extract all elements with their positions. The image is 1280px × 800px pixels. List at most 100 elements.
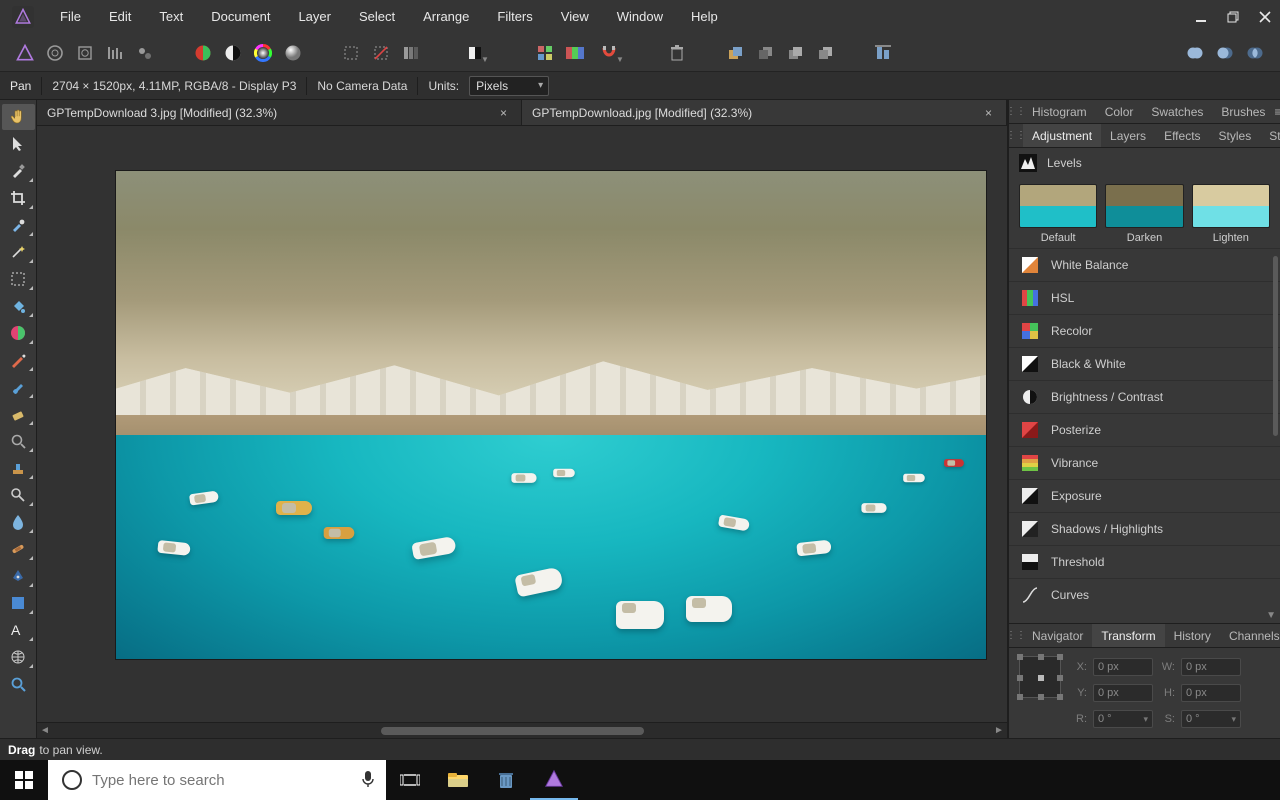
no-selection-icon[interactable]: [368, 40, 394, 66]
bool-add-icon[interactable]: [1182, 40, 1208, 66]
preset-darken[interactable]: Darken: [1105, 184, 1183, 244]
move-forward-icon[interactable]: [782, 40, 808, 66]
adj-recolor[interactable]: Recolor: [1009, 314, 1280, 347]
transform-r[interactable]: 0 °: [1093, 710, 1153, 728]
tab-layers[interactable]: Layers: [1101, 124, 1155, 147]
sphere-icon[interactable]: [280, 40, 306, 66]
tool-shape[interactable]: [2, 590, 35, 616]
canvas-viewport[interactable]: [37, 126, 1007, 722]
tool-mesh[interactable]: [2, 644, 35, 670]
scroll-down-icon[interactable]: ▼: [1266, 610, 1276, 621]
adj-brightness-contrast[interactable]: Brightness / Contrast: [1009, 380, 1280, 413]
marquee-icon[interactable]: [338, 40, 364, 66]
tool-move[interactable]: [2, 131, 35, 157]
start-button[interactable]: [0, 760, 48, 800]
tool-paint-brush[interactable]: [2, 374, 35, 400]
bool-intersect-icon[interactable]: [1242, 40, 1268, 66]
tab-close-icon[interactable]: ×: [496, 106, 511, 120]
menu-filters[interactable]: Filters: [483, 0, 546, 34]
contrast-icon[interactable]: [220, 40, 246, 66]
align-icon[interactable]: [870, 40, 896, 66]
move-backward-icon[interactable]: [812, 40, 838, 66]
scroll-indicator[interactable]: [1273, 256, 1278, 436]
panel-grip-icon[interactable]: ⋮⋮: [1009, 624, 1023, 647]
adj-white-balance[interactable]: White Balance: [1009, 248, 1280, 281]
tool-dodge[interactable]: [2, 482, 35, 508]
document-tab[interactable]: GPTempDownload 3.jpg [Modified] (32.3%) …: [37, 100, 522, 125]
preset-default[interactable]: Default: [1019, 184, 1097, 244]
horizontal-scrollbar[interactable]: ◄ ►: [37, 722, 1007, 738]
adj-threshold[interactable]: Threshold: [1009, 545, 1280, 578]
trash-icon[interactable]: [664, 40, 690, 66]
tab-transform[interactable]: Transform: [1092, 624, 1164, 647]
tool-magic-wand[interactable]: [2, 239, 35, 265]
tool-flood-fill[interactable]: [2, 293, 35, 319]
tool-selection-brush[interactable]: [2, 212, 35, 238]
adj-hsl[interactable]: HSL: [1009, 281, 1280, 314]
tool-gradient[interactable]: [2, 320, 35, 346]
menu-select[interactable]: Select: [345, 0, 409, 34]
mic-icon[interactable]: [350, 770, 386, 791]
menu-layer[interactable]: Layer: [284, 0, 345, 34]
panel-grip-icon[interactable]: ⋮⋮: [1009, 100, 1023, 123]
colorwheel-icon[interactable]: [250, 40, 276, 66]
tool-color-picker[interactable]: [2, 158, 35, 184]
window-min-icon[interactable]: [1194, 10, 1208, 24]
adj-vibrance[interactable]: Vibrance: [1009, 446, 1280, 479]
tab-stock[interactable]: Stock: [1260, 124, 1280, 147]
window-close-icon[interactable]: [1258, 10, 1272, 24]
menu-window[interactable]: Window: [603, 0, 677, 34]
file-explorer-icon[interactable]: [434, 760, 482, 800]
menu-file[interactable]: File: [46, 0, 95, 34]
adjustment-list[interactable]: White Balance HSL Recolor Black & White …: [1009, 248, 1280, 623]
snap-dropdown[interactable]: ▼: [592, 40, 632, 66]
move-front-icon[interactable]: [722, 40, 748, 66]
bool-subtract-icon[interactable]: [1212, 40, 1238, 66]
persona-tone-icon[interactable]: [102, 40, 128, 66]
channels-icon[interactable]: [398, 40, 424, 66]
adj-shadows-highlights[interactable]: Shadows / Highlights: [1009, 512, 1280, 545]
menu-view[interactable]: View: [547, 0, 603, 34]
units-select[interactable]: Pixels: [469, 76, 549, 96]
tool-zoom-loupe[interactable]: [2, 428, 35, 454]
tool-pencil[interactable]: [2, 347, 35, 373]
persona-develop-icon[interactable]: [72, 40, 98, 66]
scroll-right-icon[interactable]: ►: [991, 725, 1007, 736]
menu-text[interactable]: Text: [145, 0, 197, 34]
tab-effects[interactable]: Effects: [1155, 124, 1209, 147]
swatch-row-icon[interactable]: [562, 40, 588, 66]
panel-grip-icon[interactable]: ⋮⋮: [1009, 124, 1023, 147]
tab-adjustment[interactable]: Adjustment: [1023, 124, 1101, 147]
scroll-thumb[interactable]: [381, 727, 644, 735]
move-back-icon[interactable]: [752, 40, 778, 66]
document-tab[interactable]: GPTempDownload.jpg [Modified] (32.3%) ×: [522, 100, 1007, 125]
transform-y[interactable]: 0 px: [1093, 684, 1153, 702]
tool-clone[interactable]: [2, 455, 35, 481]
transform-anchor[interactable]: [1019, 656, 1061, 698]
transform-w[interactable]: 0 px: [1181, 658, 1241, 676]
menu-help[interactable]: Help: [677, 0, 732, 34]
recycle-bin-icon[interactable]: [482, 760, 530, 800]
tool-zoom[interactable]: [2, 671, 35, 697]
adj-posterize[interactable]: Posterize: [1009, 413, 1280, 446]
adj-black-white[interactable]: Black & White: [1009, 347, 1280, 380]
adj-curves[interactable]: Curves: [1009, 578, 1280, 611]
tool-hand[interactable]: [2, 104, 35, 130]
tab-brushes[interactable]: Brushes: [1212, 100, 1274, 123]
search-input[interactable]: [92, 772, 350, 789]
tool-blur[interactable]: [2, 509, 35, 535]
tab-channels[interactable]: Channels: [1220, 624, 1280, 647]
preset-lighten[interactable]: Lighten: [1192, 184, 1270, 244]
panel-menu-icon[interactable]: ≡: [1274, 100, 1280, 123]
scroll-left-icon[interactable]: ◄: [37, 725, 53, 736]
menu-arrange[interactable]: Arrange: [409, 0, 483, 34]
menu-document[interactable]: Document: [197, 0, 284, 34]
tab-color[interactable]: Color: [1096, 100, 1143, 123]
tab-navigator[interactable]: Navigator: [1023, 624, 1092, 647]
persona-photo-icon[interactable]: [12, 40, 38, 66]
split-view-icon[interactable]: [190, 40, 216, 66]
taskbar-search[interactable]: [48, 760, 386, 800]
tab-history[interactable]: History: [1165, 624, 1220, 647]
transform-x[interactable]: 0 px: [1093, 658, 1153, 676]
tool-marquee[interactable]: [2, 266, 35, 292]
